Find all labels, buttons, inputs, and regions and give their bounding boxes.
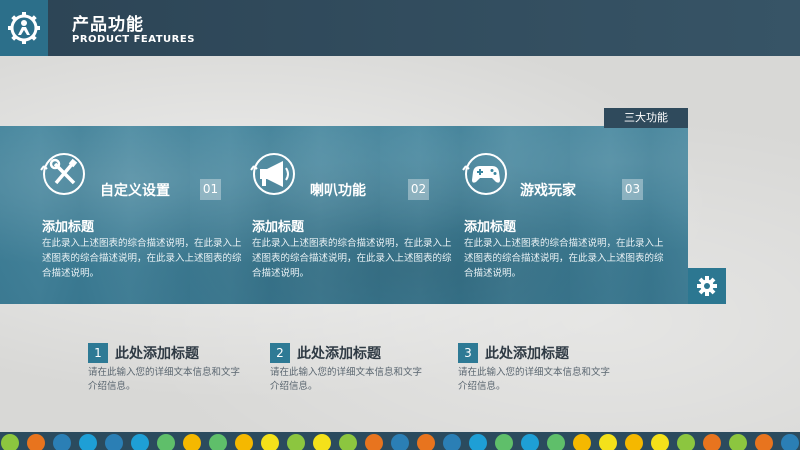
decorative-dot <box>729 434 747 450</box>
decorative-dot <box>53 434 71 450</box>
tools-icon <box>40 153 85 195</box>
decorative-dot <box>391 434 409 450</box>
decorative-dot <box>183 434 201 450</box>
feature-speaker: 喇叭功能 02 添加标题 在此录入上述图表的综合描述说明，在此录入上述图表的综合… <box>250 148 465 298</box>
item-number-badge: 2 <box>270 343 290 363</box>
logo <box>0 0 48 56</box>
feature-description: 在此录入上述图表的综合描述说明，在此录入上述图表的综合描述说明，在此录入上述图表… <box>252 238 452 279</box>
decorative-dot <box>157 434 175 450</box>
decorative-dot <box>287 434 305 450</box>
decorative-dot <box>755 434 773 450</box>
decorative-dot <box>625 434 643 450</box>
decorative-dot <box>495 434 513 450</box>
decorative-dot <box>521 434 539 450</box>
item-title: 此处添加标题 <box>115 346 199 362</box>
settings-button[interactable] <box>688 268 726 304</box>
item-description: 请在此输入您的详细文本信息和文字介绍信息。 <box>88 367 241 392</box>
gear-person-icon <box>8 12 40 44</box>
item-number-badge: 3 <box>458 343 478 363</box>
feature-number: 01 <box>200 179 221 200</box>
decorative-dot <box>365 434 383 450</box>
decorative-dot <box>781 434 799 450</box>
decorative-dot <box>105 434 123 450</box>
page-title: 产品功能 <box>72 15 144 35</box>
feature-subtitle: 添加标题 <box>252 220 305 235</box>
three-features-tag: 三大功能 <box>604 108 688 128</box>
megaphone-icon <box>250 153 295 195</box>
gamepad-icon <box>462 153 507 195</box>
decorative-dot <box>469 434 487 450</box>
decorative-dot <box>417 434 435 450</box>
decorative-dot <box>599 434 617 450</box>
decorative-dot <box>79 434 97 450</box>
item-description: 请在此输入您的详细文本信息和文字介绍信息。 <box>458 367 611 392</box>
feature-title: 自定义设置 <box>100 183 170 199</box>
dot-pattern <box>1 434 799 450</box>
feature-subtitle: 添加标题 <box>464 220 517 235</box>
decorative-dot-strip <box>0 432 800 450</box>
decorative-dot <box>547 434 565 450</box>
decorative-dot <box>339 434 357 450</box>
feature-gamer: 游戏玩家 03 添加标题 在此录入上述图表的综合描述说明，在此录入上述图表的综合… <box>462 148 677 298</box>
decorative-dot <box>131 434 149 450</box>
decorative-dot <box>313 434 331 450</box>
decorative-dot <box>703 434 721 450</box>
decorative-dot <box>27 434 45 450</box>
decorative-dot <box>1 434 19 450</box>
decorative-dot <box>209 434 227 450</box>
feature-description: 在此录入上述图表的综合描述说明，在此录入上述图表的综合描述说明，在此录入上述图表… <box>42 238 242 279</box>
item-description: 请在此输入您的详细文本信息和文字介绍信息。 <box>270 367 423 392</box>
feature-number: 02 <box>408 179 429 200</box>
decorative-dot <box>235 434 253 450</box>
decorative-dot <box>677 434 695 450</box>
feature-custom-settings: 自定义设置 01 添加标题 在此录入上述图表的综合描述说明，在此录入上述图表的综… <box>40 148 255 298</box>
feature-description: 在此录入上述图表的综合描述说明，在此录入上述图表的综合描述说明，在此录入上述图表… <box>464 238 664 279</box>
item-title: 此处添加标题 <box>485 346 569 362</box>
feature-subtitle: 添加标题 <box>42 220 95 235</box>
header-bar: 产品功能 PRODUCT FEATURES <box>0 0 800 56</box>
decorative-dot <box>573 434 591 450</box>
decorative-dot <box>651 434 669 450</box>
feature-title: 喇叭功能 <box>310 183 366 199</box>
decorative-dot <box>443 434 461 450</box>
decorative-dot <box>261 434 279 450</box>
item-title: 此处添加标题 <box>297 346 381 362</box>
feature-number: 03 <box>622 179 643 200</box>
item-number-badge: 1 <box>88 343 108 363</box>
feature-title: 游戏玩家 <box>520 183 576 199</box>
gear-icon <box>697 276 717 296</box>
page-subtitle: PRODUCT FEATURES <box>72 34 195 45</box>
